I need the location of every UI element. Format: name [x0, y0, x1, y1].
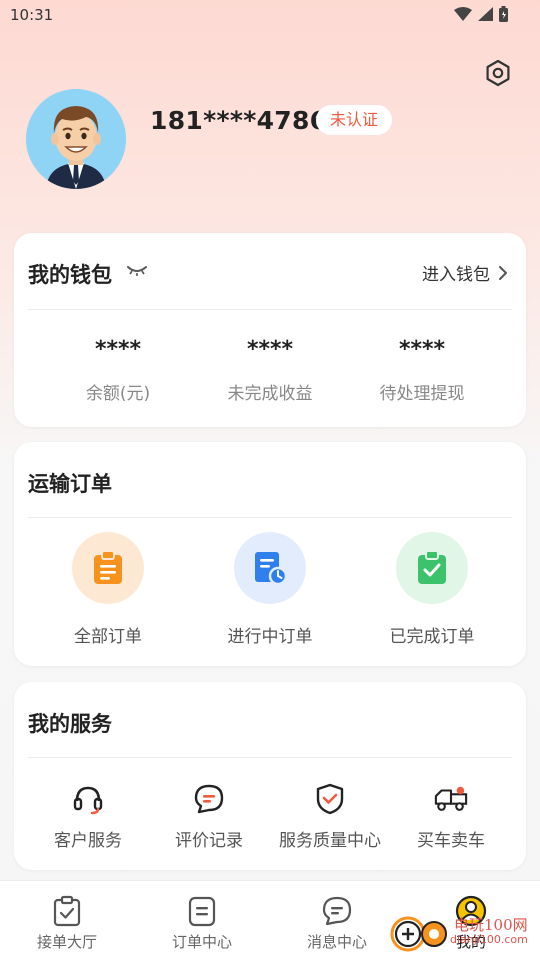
- wifi-icon: [454, 7, 472, 21]
- clipboard-icon: [94, 551, 122, 584]
- order-label: 已完成订单: [389, 627, 475, 647]
- service-quality-center-button[interactable]: 服务质量中心: [265, 782, 395, 851]
- watermark-sub: dianji100.com: [450, 933, 528, 946]
- service-icon-wrap: [434, 782, 468, 816]
- status-bar: 10:31: [0, 0, 540, 30]
- balance-stat[interactable]: **** 余额(元): [48, 337, 188, 404]
- review-records-button[interactable]: 评价记录: [144, 782, 274, 851]
- stat-label: 待处理提现: [379, 384, 465, 404]
- service-label: 服务质量中心: [279, 831, 381, 851]
- clipboard-check-icon: [53, 895, 81, 927]
- stat-label: 未完成收益: [227, 384, 313, 404]
- my-services-card: 我的服务 客户服务 评价记录 服务质量中心 买车卖车: [14, 682, 526, 870]
- signal-icon: [478, 7, 493, 21]
- tab-order-center[interactable]: 订单中心: [152, 895, 252, 952]
- completed-orders-button[interactable]: 已完成订单: [352, 532, 512, 647]
- order-icon-bg: [72, 532, 144, 604]
- wallet-card: 我的钱包 进入钱包 **** 余额(元) **** 未完成收益 **** 待处理…: [14, 233, 526, 427]
- order-icon-bg: [396, 532, 468, 604]
- watermark-text: 电玩100网: [454, 916, 528, 934]
- buy-sell-truck-button[interactable]: 买车卖车: [386, 782, 516, 851]
- hide-eye-icon[interactable]: [127, 263, 147, 277]
- watermark-text-block: 电玩100网 dianji100.com: [450, 916, 528, 947]
- settings-button[interactable]: [482, 57, 514, 89]
- watermark: 电玩100网 dianji100.com: [390, 910, 528, 954]
- in-progress-orders-button[interactable]: 进行中订单: [190, 532, 350, 647]
- document-clock-icon: [255, 552, 287, 585]
- services-title: 我的服务: [28, 712, 112, 736]
- status-time: 10:31: [10, 6, 54, 24]
- battery-icon: [499, 6, 508, 22]
- service-icon-wrap: [313, 782, 347, 816]
- list-icon: [188, 896, 216, 927]
- service-label: 评价记录: [175, 831, 243, 851]
- clipboard-check-icon: [418, 551, 446, 584]
- stat-value: ****: [398, 337, 446, 362]
- tab-message-center[interactable]: 消息中心: [287, 895, 387, 952]
- message-icon: [322, 896, 352, 926]
- stat-label: 余额(元): [85, 384, 151, 404]
- tab-label: 订单中心: [171, 933, 232, 951]
- truck-icon: [434, 786, 468, 811]
- tab-label: 消息中心: [306, 933, 367, 951]
- wallet-title: 我的钱包: [28, 263, 112, 287]
- chevron-right-icon: [499, 265, 507, 280]
- pending-withdrawal-stat[interactable]: **** 待处理提现: [352, 337, 492, 404]
- divider: [28, 517, 512, 518]
- tab-label: 接单大厅: [36, 933, 97, 951]
- order-icon-bg: [234, 532, 306, 604]
- gear-icon: [486, 59, 510, 87]
- pending-income-stat[interactable]: **** 未完成收益: [200, 337, 340, 404]
- stat-value: ****: [94, 337, 142, 362]
- orders-title: 运输订单: [28, 472, 112, 496]
- enter-wallet-link[interactable]: 进入钱包: [422, 260, 508, 285]
- verify-status-badge[interactable]: 未认证: [316, 105, 393, 135]
- enter-wallet-label: 进入钱包: [422, 265, 490, 285]
- service-icon-wrap: [71, 782, 105, 816]
- headset-icon: [73, 786, 103, 815]
- status-icons: [454, 6, 508, 22]
- service-icon-wrap: [192, 782, 226, 816]
- service-label: 客户服务: [54, 831, 122, 851]
- order-label: 进行中订单: [227, 627, 313, 647]
- avatar-image: [26, 89, 126, 189]
- phone-number: 181****4786: [150, 106, 328, 135]
- shield-check-icon: [316, 783, 344, 815]
- divider: [28, 757, 512, 758]
- all-orders-button[interactable]: 全部订单: [28, 532, 188, 647]
- transport-orders-card: 运输订单 全部订单 进行中订单 已完成订单: [14, 442, 526, 666]
- tab-order-hall[interactable]: 接单大厅: [17, 895, 117, 952]
- avatar[interactable]: [26, 89, 126, 189]
- watermark-logo: [390, 916, 447, 952]
- stat-value: ****: [246, 337, 294, 362]
- order-label: 全部订单: [74, 627, 142, 647]
- divider: [28, 309, 512, 310]
- service-label: 买车卖车: [417, 831, 485, 851]
- chat-bubble-icon: [194, 784, 224, 814]
- customer-service-button[interactable]: 客户服务: [23, 782, 153, 851]
